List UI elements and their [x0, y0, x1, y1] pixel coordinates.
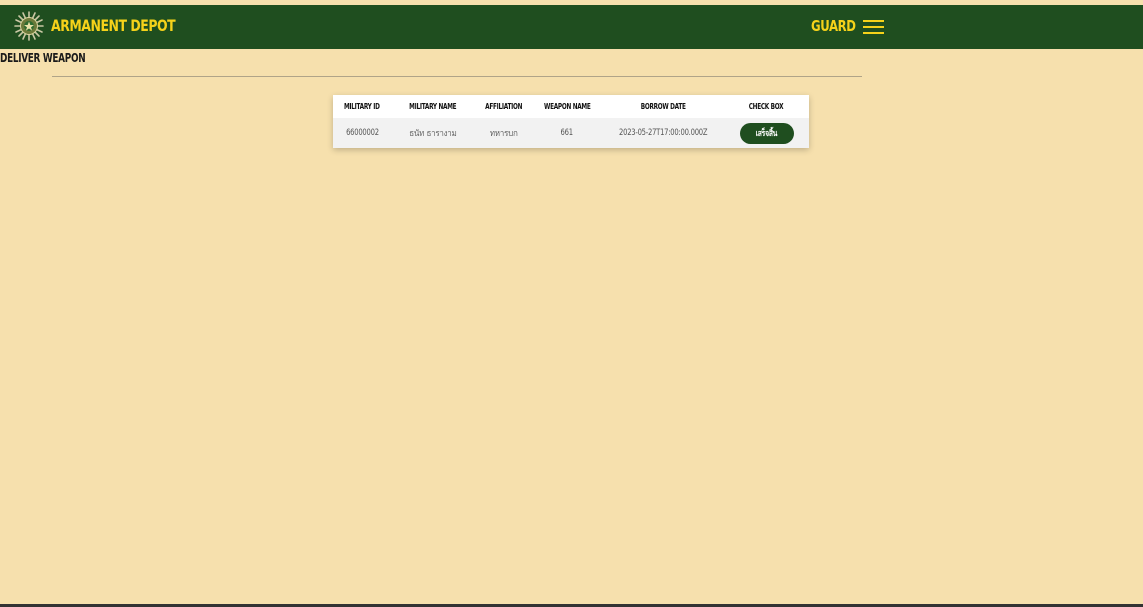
cell-borrow-date: 2023-05-27T17:00:00.000Z	[618, 128, 708, 138]
divider	[52, 76, 862, 77]
complete-button-label: เสร็จสิ้น	[755, 129, 778, 139]
brand-title: ARMANENT DEPOT	[51, 16, 176, 35]
page-title: DELIVER WEAPON	[0, 51, 86, 65]
menu-line	[863, 32, 884, 34]
column-header-check-box: CHECK BOX	[749, 102, 784, 111]
table-row: 66000002 ธนัท ธารางาม ทหารบก 661 2023-05…	[333, 118, 809, 148]
menu-line	[863, 26, 884, 28]
navbar: ARMANENT DEPOT GUARD	[0, 5, 1143, 49]
weapons-table: MILITARY ID MILITARY NAME AFFILIATION WE…	[333, 95, 809, 148]
role-label: GUARD	[811, 17, 856, 35]
column-header-borrow-date: BORROW DATE	[640, 102, 686, 111]
table-header-row: MILITARY ID MILITARY NAME AFFILIATION WE…	[333, 95, 809, 118]
cell-check-box: เสร็จสิ้น	[724, 118, 809, 148]
column-header-military-name: MILITARY NAME	[409, 102, 457, 111]
cell-weapon-name: 661	[560, 128, 574, 138]
cell-military-name: ธนัท ธารางาม	[409, 129, 457, 139]
cell-affiliation: ทหารบก	[489, 129, 518, 139]
column-header-weapon-name: WEAPON NAME	[543, 102, 591, 111]
hamburger-menu-icon[interactable]	[860, 17, 888, 37]
cell-military-id: 66000002	[345, 128, 379, 138]
column-header-affiliation: AFFILIATION	[485, 102, 522, 111]
military-emblem-icon	[14, 11, 44, 41]
complete-button[interactable]: เสร็จสิ้น	[739, 122, 794, 144]
column-header-military-id: MILITARY ID	[344, 102, 380, 111]
menu-line	[863, 20, 884, 22]
